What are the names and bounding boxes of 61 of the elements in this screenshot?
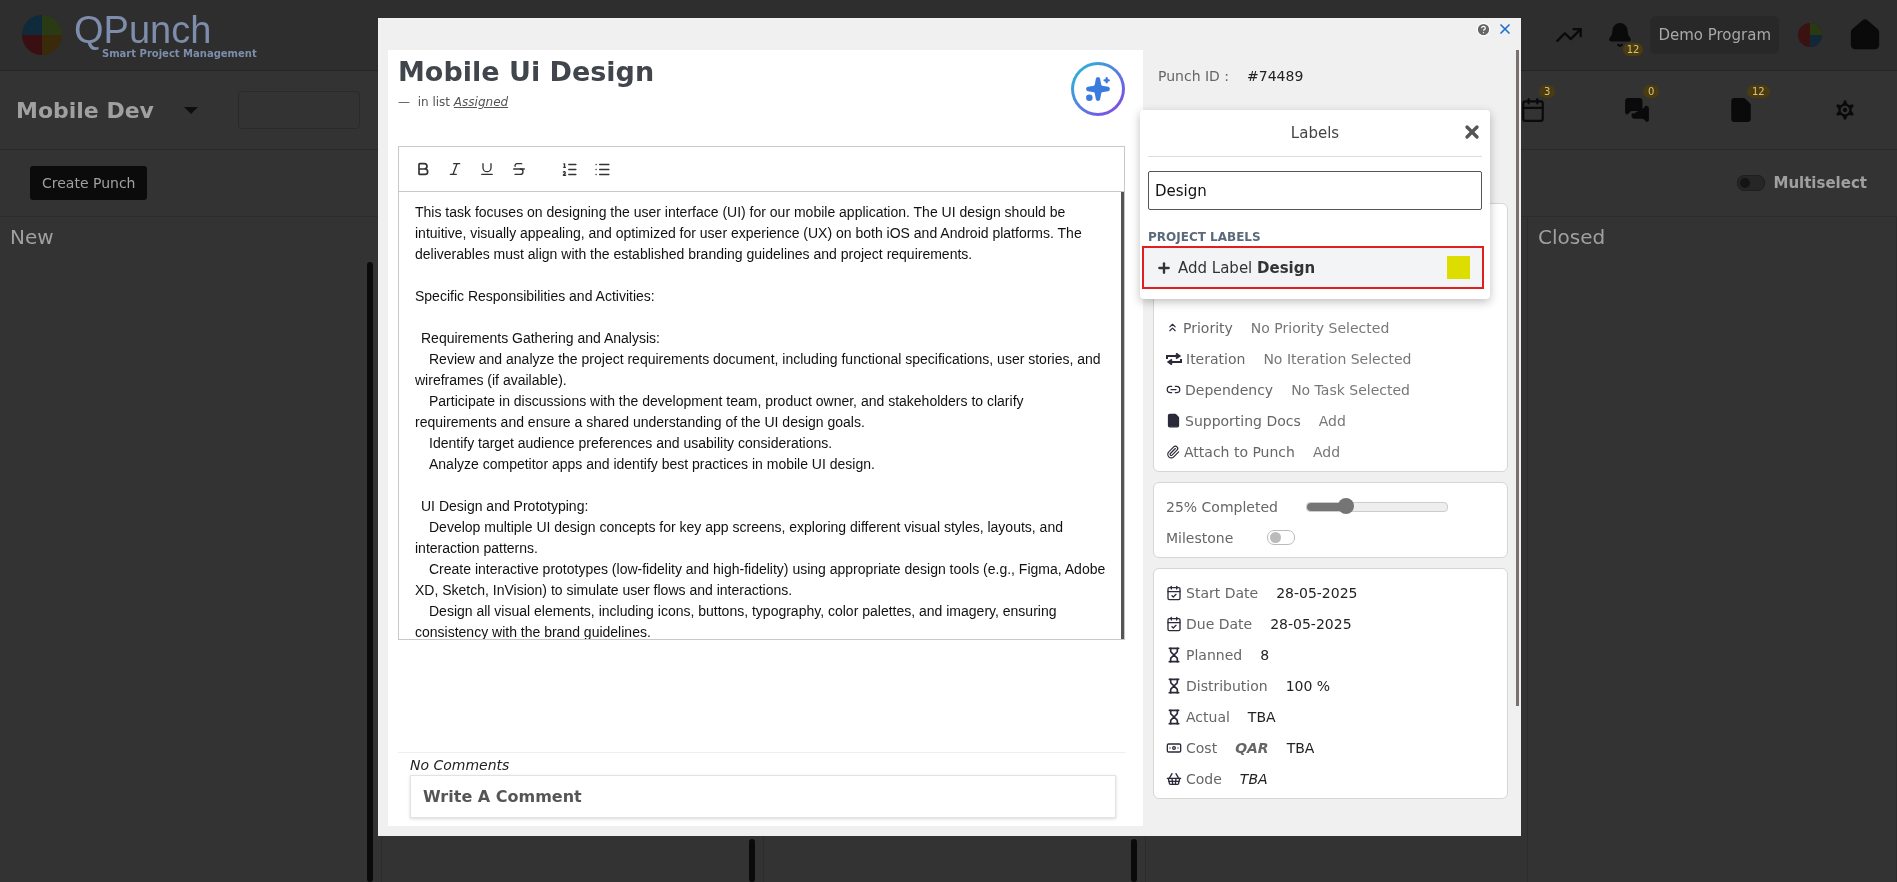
count-badge: 12 [1747,85,1770,98]
detail-label: Priority [1183,319,1233,336]
progress-label: 25% Completed [1166,498,1278,515]
list-link[interactable]: Assigned [453,95,509,109]
info-label: Punch ID : [1158,68,1230,84]
schedule-label: Cost [1186,739,1218,756]
add-label-option[interactable]: Add Label Design [1142,246,1484,289]
create-punch-button[interactable]: Create Punch [30,166,148,200]
program-button[interactable]: Demo Program [1650,16,1779,54]
info-value: #74489 [1247,68,1304,84]
section-item: Analyze competitor apps and identify best practices in mobile UI design. [428,455,876,474]
schedule-value: TBA [1286,739,1315,756]
section-title: UI Design and Prototyping: [420,497,590,516]
logo-subtitle: Smart Project Management [102,49,257,59]
column-title: New [10,225,54,249]
label-search-field[interactable]: Design [1148,171,1482,210]
list-info: — in list Assigned [398,95,510,109]
schedule-value: 8 [1260,646,1270,663]
project-name[interactable]: Mobile Dev [16,97,154,123]
schedule-value: TBA [1247,708,1276,725]
section-item: Develop multiple UI design concepts for key app screens, exploring different visual styles, layouts, and interaction patterns. [415,518,1064,558]
schedule-label: Planned [1186,646,1243,663]
section-heading: PROJECT LABELS [1148,230,1262,244]
detail-label: Attach to Punch [1184,443,1295,460]
count-badge: 3 [1539,85,1556,98]
section-title: Requirements Gathering and Analysis: [420,329,661,348]
description-paragraph: This task focuses on designing the user interface (UI) for our mobile application. The UI design should be intuitive, visually appealing, and optimized for user experience (UX) on both iOS and Android platforms. The deliverables must align with the established branding guidelines and project requirements. [415,203,1083,264]
schedule-value: TBA [1239,770,1268,787]
detail-label: Dependency [1185,381,1274,398]
detail-value[interactable]: No Iteration Selected [1263,350,1412,367]
section-item: Participate in discussions with the development team, product owner, and stakeholders to clarify requirements and ensure a shared understanding of the UI design goals. [415,392,1025,432]
detail-label: Supporting Docs [1185,412,1301,429]
comment-field[interactable]: Write A Comment [410,775,1116,818]
section-item: Review and analyze the project requirements document, including functional specifications, user stories, and wireframes (if available). [415,350,1102,390]
schedule-label: Distribution [1186,677,1268,694]
schedule-value: 28-05-2025 [1270,615,1352,632]
schedule-label: Start Date [1186,584,1259,601]
schedule-value: 100 % [1285,677,1331,694]
notification-badge: 12 [1622,43,1644,56]
detail-label: Iteration [1186,350,1246,367]
schedule-label: Code [1186,770,1222,787]
schedule-label: Due Date [1186,615,1253,632]
description-heading: Specific Responsibilities and Activities: [415,287,656,306]
section-item: Identify target audience preferences and usability considerations. [428,434,834,453]
currency-code: QAR [1235,739,1269,756]
no-comments-text: No Comments [410,757,511,773]
schedule-label: Actual [1186,708,1230,725]
column-title: Closed [1538,225,1606,249]
detail-value[interactable]: No Task Selected [1291,381,1410,398]
milestone-label: Milestone [1166,529,1234,546]
popup-title: Labels [1290,124,1340,142]
schedule-value: 28-05-2025 [1276,584,1358,601]
multiselect-label: Multiselect [1773,174,1867,192]
section-item: Create interactive prototypes (low-fidelity and high-fidelity) using appropriate design tools (e.g., Figma, Adobe XD, Sketch, InVision) to simulate user flows and interactions. [415,560,1107,600]
detail-value[interactable]: Add [1312,443,1341,460]
logo-title: QPunch [74,11,212,49]
section-item: Design all visual elements, including icons, buttons, typography, color palettes, and imagery, ensuring consistency with the brand guidelines. [415,602,1058,639]
count-badge: 0 [1643,85,1660,98]
detail-value[interactable]: Add [1318,412,1346,429]
detail-value[interactable]: No Priority Selected [1250,319,1390,336]
task-title: Mobile Ui Design [398,56,655,87]
